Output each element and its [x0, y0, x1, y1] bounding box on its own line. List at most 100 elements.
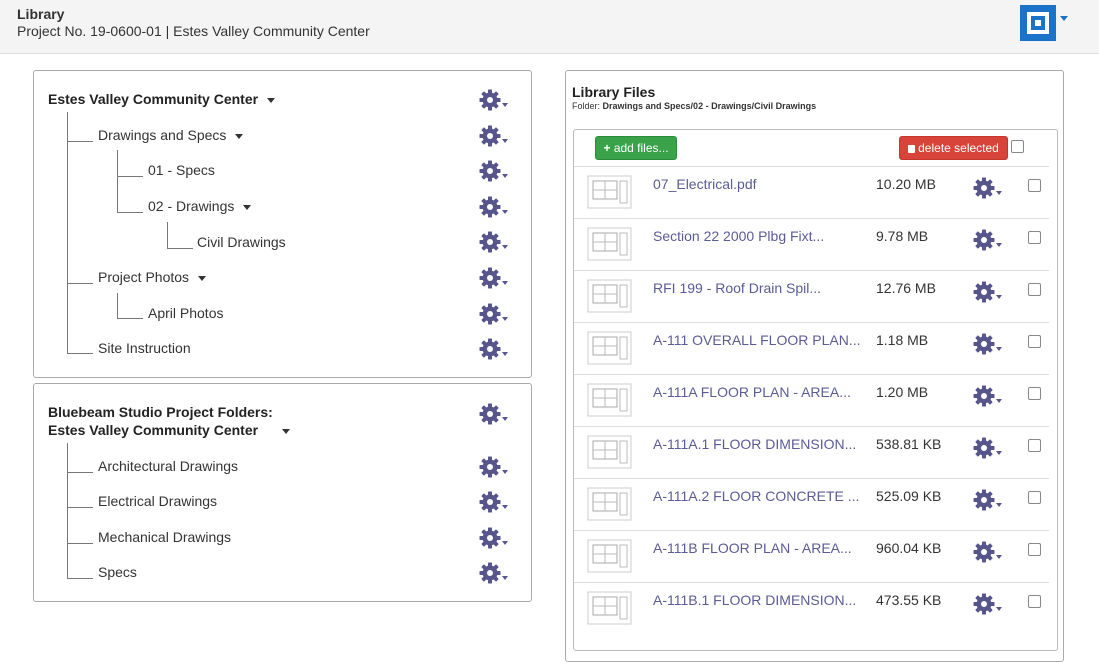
- file-thumbnail[interactable]: [587, 279, 632, 313]
- file-row[interactable]: 07_Electrical.pdf 10.20 MB: [574, 166, 1049, 219]
- gear-icon[interactable]: [479, 527, 513, 551]
- file-name-link[interactable]: RFI 199 - Roof Drain Spil...: [653, 280, 821, 296]
- chevron-down-icon[interactable]: [996, 347, 1002, 351]
- gear-icon[interactable]: [973, 333, 1007, 357]
- chevron-down-icon[interactable]: [502, 210, 508, 214]
- tree-node[interactable]: Specs: [98, 564, 137, 580]
- tree-node[interactable]: Mechanical Drawings: [98, 529, 231, 545]
- file-thumbnail[interactable]: [587, 591, 632, 625]
- chevron-down-icon[interactable]: [235, 133, 244, 139]
- file-row[interactable]: A-111B FLOOR PLAN - AREA... 960.04 KB: [574, 530, 1049, 583]
- chevron-down-icon[interactable]: [502, 541, 508, 545]
- file-name-link[interactable]: A-111A.1 FLOOR DIMENSION...: [653, 436, 856, 452]
- gear-icon[interactable]: [973, 229, 1007, 253]
- add-files-button[interactable]: + add files...: [595, 136, 677, 160]
- bluebeam-logo-icon[interactable]: [1020, 5, 1056, 41]
- chevron-down-icon[interactable]: [996, 399, 1002, 403]
- tree-node[interactable]: Site Instruction: [98, 340, 191, 356]
- file-thumbnail[interactable]: [587, 227, 632, 261]
- file-checkbox[interactable]: [1028, 231, 1041, 244]
- tree-node[interactable]: Project Photos: [98, 269, 207, 285]
- chevron-down-icon[interactable]: [502, 245, 508, 249]
- tree-node[interactable]: 01 - Specs: [148, 162, 215, 178]
- tree-node[interactable]: April Photos: [148, 305, 223, 321]
- chevron-down-icon[interactable]: [282, 428, 291, 434]
- tree-root-label[interactable]: Estes Valley Community Center: [48, 422, 291, 438]
- tree-node[interactable]: Electrical Drawings: [98, 493, 217, 509]
- gear-icon[interactable]: [479, 196, 513, 220]
- file-row[interactable]: A-111B.1 FLOOR DIMENSION... 473.55 KB: [574, 582, 1049, 635]
- file-row[interactable]: A-111 OVERALL FLOOR PLAN... 1.18 MB: [574, 322, 1049, 375]
- file-checkbox[interactable]: [1028, 335, 1041, 348]
- gear-icon[interactable]: [479, 231, 513, 255]
- file-checkbox[interactable]: [1028, 179, 1041, 192]
- gear-icon[interactable]: [973, 489, 1007, 513]
- delete-selected-button[interactable]: delete selected: [899, 136, 1008, 160]
- gear-icon[interactable]: [973, 177, 1007, 201]
- file-row[interactable]: RFI 199 - Roof Drain Spil... 12.76 MB: [574, 270, 1049, 323]
- chevron-down-icon[interactable]: [502, 139, 508, 143]
- file-checkbox[interactable]: [1028, 387, 1041, 400]
- chevron-down-icon[interactable]: [502, 174, 508, 178]
- tree-node[interactable]: Drawings and Specs: [98, 127, 244, 143]
- chevron-down-icon[interactable]: [267, 97, 276, 103]
- file-thumbnail[interactable]: [587, 539, 632, 573]
- chevron-down-icon[interactable]: [996, 607, 1002, 611]
- gear-icon[interactable]: [479, 491, 513, 515]
- file-name-link[interactable]: A-111A.2 FLOOR CONCRETE ...: [653, 488, 859, 504]
- file-thumbnail[interactable]: [587, 175, 632, 209]
- tree-node[interactable]: Architectural Drawings: [98, 458, 238, 474]
- gear-icon[interactable]: [479, 303, 513, 327]
- tree-root-label[interactable]: Estes Valley Community Center: [48, 91, 276, 107]
- chevron-down-icon[interactable]: [996, 191, 1002, 195]
- chevron-down-icon[interactable]: [1060, 16, 1068, 21]
- select-all-checkbox[interactable]: [1011, 140, 1024, 153]
- file-row[interactable]: A-111A.1 FLOOR DIMENSION... 538.81 KB: [574, 426, 1049, 479]
- chevron-down-icon[interactable]: [996, 451, 1002, 455]
- chevron-down-icon[interactable]: [502, 317, 508, 321]
- file-name-link[interactable]: A-111B.1 FLOOR DIMENSION...: [653, 592, 856, 608]
- gear-icon[interactable]: [479, 403, 513, 427]
- chevron-down-icon[interactable]: [996, 503, 1002, 507]
- gear-icon[interactable]: [479, 125, 513, 149]
- tree-node[interactable]: 02 - Drawings: [148, 198, 252, 214]
- chevron-down-icon[interactable]: [502, 281, 508, 285]
- gear-icon[interactable]: [973, 593, 1007, 617]
- gear-icon[interactable]: [479, 267, 513, 291]
- file-thumbnail[interactable]: [587, 435, 632, 469]
- file-name-link[interactable]: A-111 OVERALL FLOOR PLAN...: [653, 332, 860, 348]
- file-thumbnail[interactable]: [587, 383, 632, 417]
- chevron-down-icon[interactable]: [996, 555, 1002, 559]
- chevron-down-icon[interactable]: [502, 103, 508, 107]
- gear-icon[interactable]: [973, 281, 1007, 305]
- chevron-down-icon[interactable]: [502, 505, 508, 509]
- chevron-down-icon[interactable]: [502, 576, 508, 580]
- file-row[interactable]: A-111A.2 FLOOR CONCRETE ... 525.09 KB: [574, 478, 1049, 531]
- chevron-down-icon[interactable]: [502, 352, 508, 356]
- file-row[interactable]: A-111A FLOOR PLAN - AREA... 1.20 MB: [574, 374, 1049, 427]
- chevron-down-icon[interactable]: [996, 243, 1002, 247]
- gear-icon[interactable]: [479, 456, 513, 480]
- gear-icon[interactable]: [973, 385, 1007, 409]
- gear-icon[interactable]: [479, 160, 513, 184]
- file-row[interactable]: Section 22 2000 Plbg Fixt... 9.78 MB: [574, 218, 1049, 271]
- gear-icon[interactable]: [479, 338, 513, 362]
- chevron-down-icon[interactable]: [996, 295, 1002, 299]
- gear-icon[interactable]: [479, 562, 513, 586]
- chevron-down-icon[interactable]: [502, 470, 508, 474]
- file-checkbox[interactable]: [1028, 439, 1041, 452]
- tree-node[interactable]: Civil Drawings: [197, 234, 286, 250]
- file-thumbnail[interactable]: [587, 331, 632, 365]
- gear-icon[interactable]: [973, 437, 1007, 461]
- chevron-down-icon[interactable]: [502, 417, 508, 421]
- file-checkbox[interactable]: [1028, 491, 1041, 504]
- file-checkbox[interactable]: [1028, 543, 1041, 556]
- chevron-down-icon[interactable]: [243, 204, 252, 210]
- file-name-link[interactable]: A-111B FLOOR PLAN - AREA...: [653, 540, 852, 556]
- file-thumbnail[interactable]: [587, 487, 632, 521]
- file-name-link[interactable]: A-111A FLOOR PLAN - AREA...: [653, 384, 851, 400]
- file-checkbox[interactable]: [1028, 283, 1041, 296]
- chevron-down-icon[interactable]: [198, 275, 207, 281]
- file-checkbox[interactable]: [1028, 595, 1041, 608]
- file-name-link[interactable]: 07_Electrical.pdf: [653, 176, 757, 192]
